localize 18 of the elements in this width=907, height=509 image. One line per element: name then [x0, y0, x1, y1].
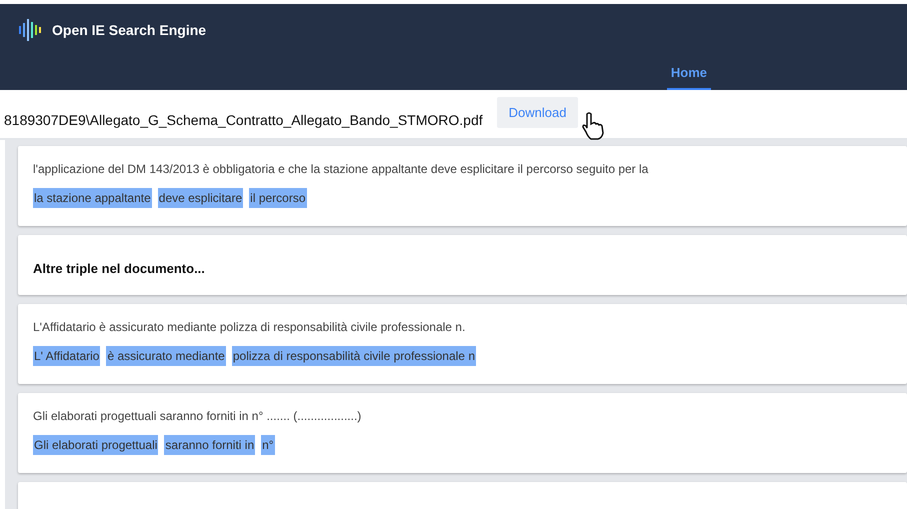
triple-chip: saranno forniti in — [164, 435, 256, 455]
sentence-text: L'Affidatario è assicurato mediante polizza di responsabilità civile professionale n. — [33, 320, 466, 334]
sentence-text: Gli elaborati progettuali saranno forniti in n° ....... (..................) — [33, 409, 362, 423]
triple-chip: n° — [261, 435, 275, 455]
logo-icon — [18, 18, 42, 42]
sentence-text: l'applicazione del DM 143/2013 è obbligatoria e che la stazione appaltante deve esplicitare il percorso seguito per la — [33, 162, 650, 176]
triple-chip: deve esplicitare — [158, 188, 244, 208]
more-triples-text: Altre triple nel documento... — [33, 261, 206, 276]
app-title: Open IE Search Engine — [52, 22, 206, 38]
triple-chip: il percorso — [249, 188, 307, 208]
triple-chip: è assicurato mediante — [106, 346, 226, 366]
triple-chip: la stazione appaltante — [33, 188, 152, 208]
triple-chip: Gli elaborati progettuali — [33, 435, 158, 455]
document-path: 8189307DE9\Allegato_G_Schema_Contratto_Allegato_Bando_STMORO.pdf — [4, 112, 483, 128]
triple-chip: polizza di responsabilità civile professionale n — [232, 346, 476, 366]
triple-chip: L' Affidatario — [33, 346, 100, 366]
nav-tab[interactable]: Home — [666, 65, 711, 90]
download-button[interactable]: Download — [496, 97, 578, 128]
